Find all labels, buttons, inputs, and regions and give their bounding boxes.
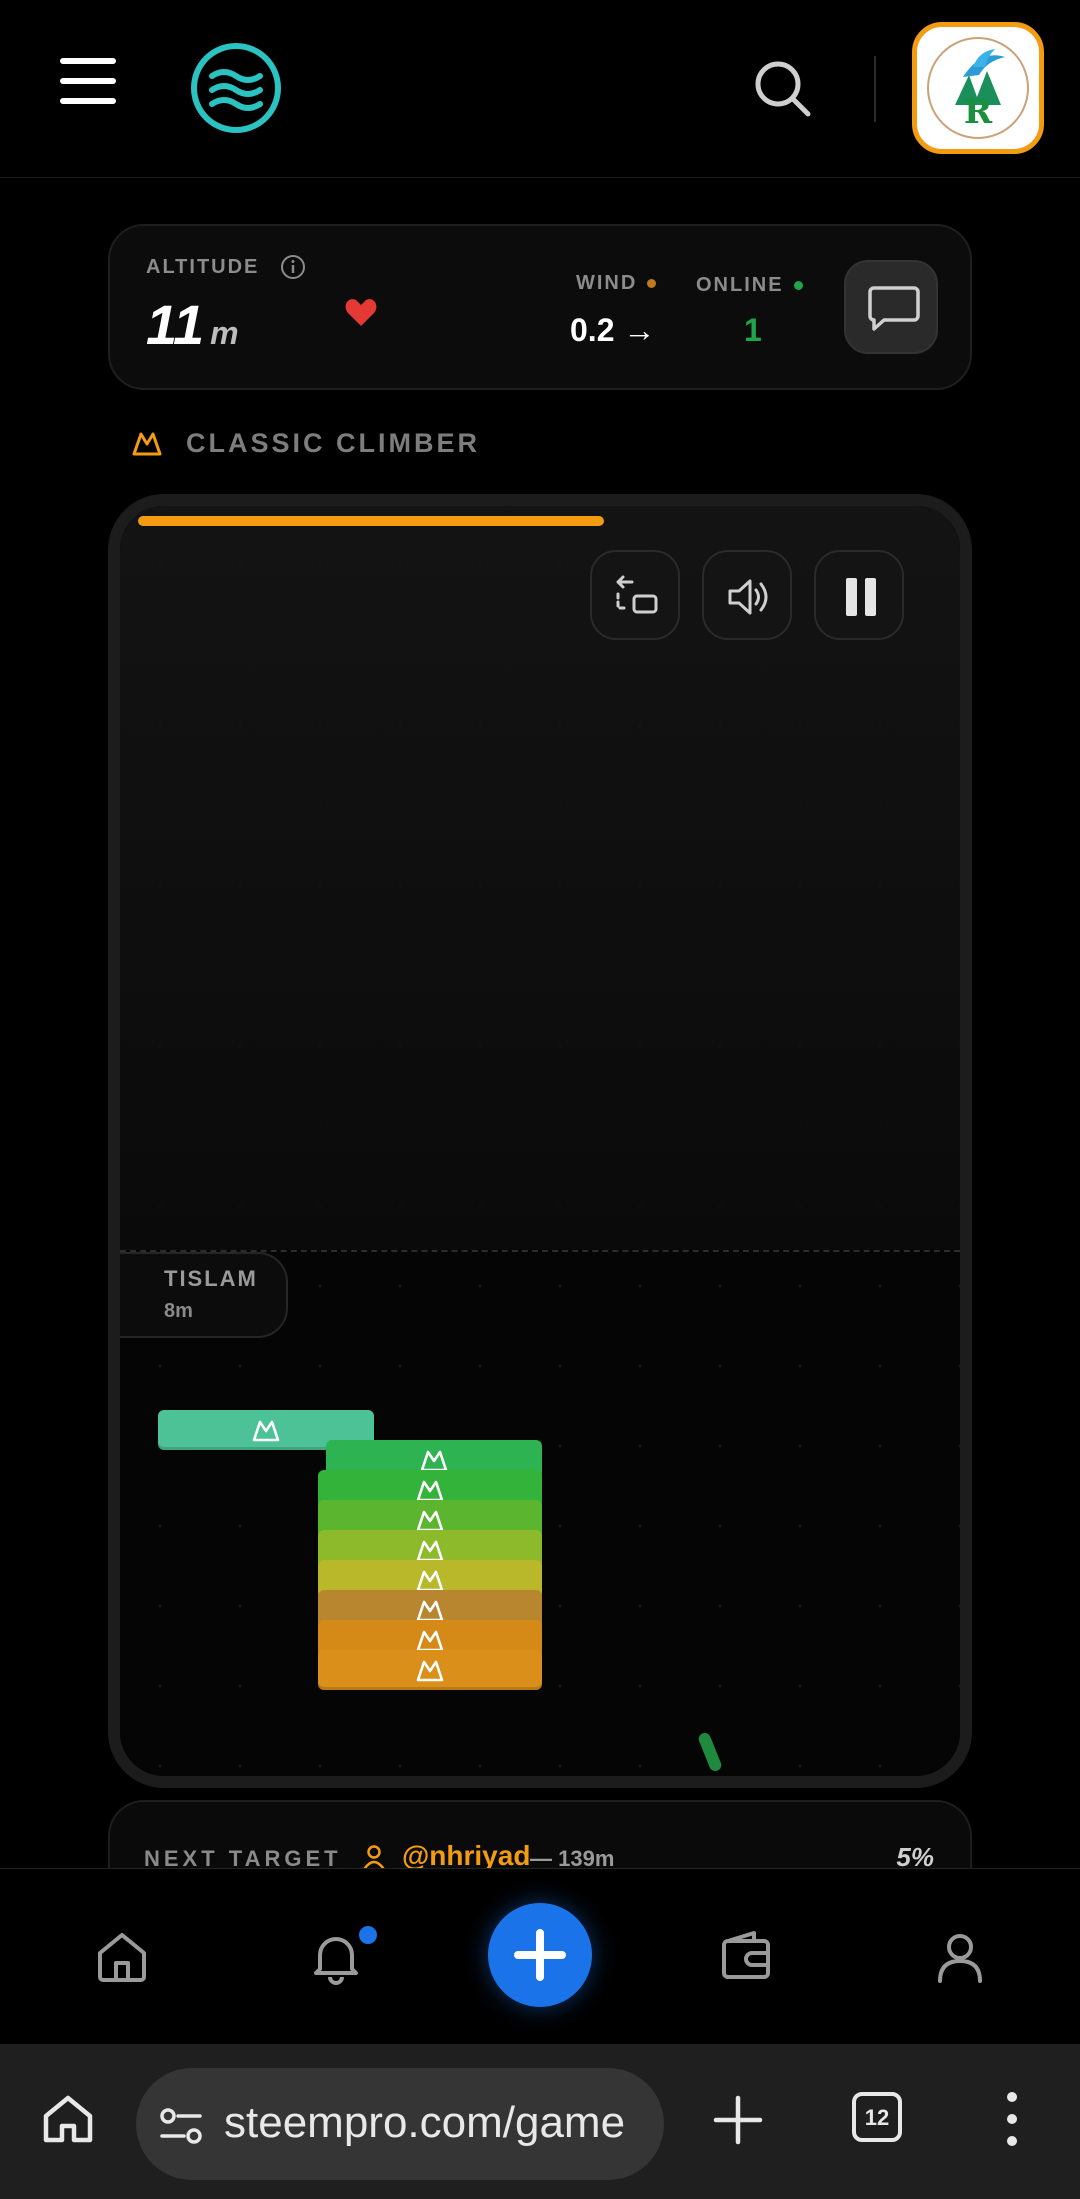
url-text: steempro.com/game	[224, 2098, 626, 2147]
player-altitude: 8m	[164, 1300, 193, 1322]
wallet-icon[interactable]	[716, 1927, 776, 1987]
game-canvas[interactable]: TISLAM 8m	[108, 494, 972, 1788]
volume-button[interactable]	[702, 550, 792, 640]
altitude-unit: m	[210, 315, 239, 351]
online-label: ONLINE	[696, 274, 803, 297]
browser-toolbar: steempro.com/game 12	[0, 2044, 1080, 2199]
altitude-progress-bar	[138, 516, 604, 526]
online-value: 1	[744, 312, 762, 348]
altitude-value: 11 m	[146, 292, 239, 357]
altitude-number: 11	[146, 293, 205, 356]
header-divider	[874, 56, 876, 122]
switch-camera-button[interactable]	[590, 550, 680, 640]
hamburger-icon[interactable]	[60, 58, 116, 108]
tab-count: 12	[864, 2105, 890, 2130]
browser-home-icon[interactable]	[40, 2092, 96, 2148]
svg-text:R: R	[964, 92, 993, 132]
plus-icon	[514, 1929, 566, 1981]
address-bar[interactable]: steempro.com/game	[136, 2068, 664, 2180]
site-settings-icon[interactable]	[158, 2106, 206, 2146]
pause-button[interactable]	[814, 550, 904, 640]
waves-logo-icon[interactable]	[190, 42, 282, 134]
tab-switcher-button[interactable]: 12	[852, 2092, 902, 2142]
player-marker: TISLAM 8m	[120, 1252, 288, 1338]
heart-icon	[344, 296, 378, 328]
switch-camera-icon	[616, 575, 658, 614]
bird-logo-avatar-icon: R	[927, 37, 1029, 139]
avatar[interactable]: R	[912, 22, 1044, 154]
stats-card: ALTITUDE 11 m WIND 0.2 → ONLINE 1	[108, 224, 972, 390]
profile-icon[interactable]	[930, 1927, 990, 1987]
bottom-navigation	[0, 1868, 1080, 2044]
home-icon[interactable]	[92, 1927, 152, 1987]
online-label-text: ONLINE	[696, 274, 784, 296]
new-tab-icon[interactable]	[712, 2094, 764, 2146]
volume-icon	[728, 579, 768, 615]
wind-label-text: WIND	[576, 272, 638, 294]
mountain-icon	[252, 1420, 280, 1442]
chat-button[interactable]	[844, 260, 938, 354]
top-app-bar: R	[0, 0, 1080, 178]
mode-label: CLASSIC CLIMBER	[186, 428, 480, 458]
create-post-button[interactable]	[488, 1903, 592, 2007]
more-options-icon[interactable]	[1004, 2092, 1020, 2152]
player-name: TISLAM	[164, 1266, 258, 1291]
mountain-icon	[416, 1660, 444, 1682]
search-icon[interactable]	[752, 58, 814, 120]
chat-icon	[868, 286, 920, 331]
notification-badge	[356, 1923, 380, 1947]
wind-status-dot	[647, 279, 657, 289]
wind-label: WIND	[576, 272, 657, 295]
tower-block	[318, 1650, 542, 1690]
online-status-dot	[793, 281, 803, 291]
mountain-icon	[132, 430, 162, 456]
altitude-label: ALTITUDE	[146, 256, 260, 278]
pause-icon	[846, 578, 876, 616]
wind-value: 0.2 →	[570, 312, 656, 348]
info-icon[interactable]	[280, 254, 306, 280]
user-icon	[362, 1844, 386, 1870]
